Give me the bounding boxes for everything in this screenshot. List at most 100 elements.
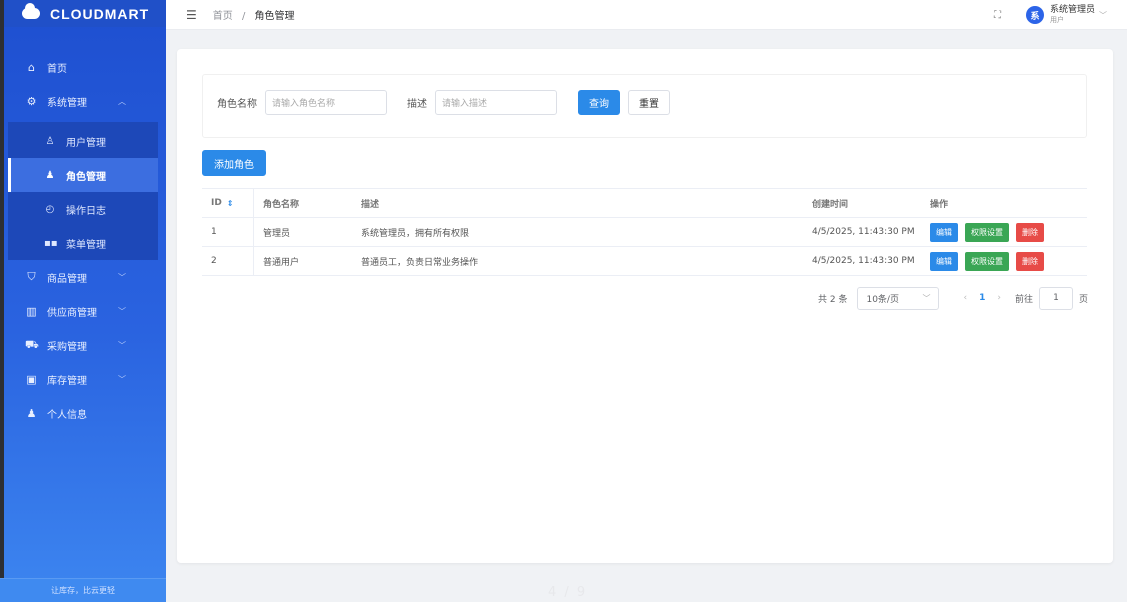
- user-filled-icon: ♟: [26, 406, 37, 420]
- col-id-header[interactable]: ID ⇕: [202, 189, 254, 217]
- top-header: ☰ 首页 / 角色管理 ⛶ 系 系统管理员 用户 ﹀: [166, 0, 1127, 30]
- col-name-header: 角色名称: [263, 199, 300, 210]
- page-number[interactable]: 1: [979, 293, 985, 303]
- fullscreen-icon[interactable]: ⛶: [994, 10, 1001, 21]
- desc-input[interactable]: 请输入描述: [435, 90, 557, 115]
- delete-button[interactable]: 删除: [1016, 251, 1044, 271]
- chevron-up-icon: ︿: [118, 96, 126, 106]
- sidebar-item-label: 角色管理: [66, 171, 106, 183]
- cell-desc: 普通员工，负责日常业务操作: [361, 257, 479, 268]
- sidebar-item-label: 供应商管理: [47, 307, 97, 319]
- next-page-icon[interactable]: ›: [997, 293, 1001, 303]
- chevron-down-icon: ﹀: [118, 306, 126, 316]
- breadcrumb-separator: /: [241, 11, 246, 22]
- cell-id: 1: [202, 218, 254, 246]
- permission-button[interactable]: 权限设置: [965, 222, 1009, 242]
- sidebar-item-label: 库存管理: [47, 375, 87, 387]
- col-created-header: 创建时间: [812, 199, 849, 210]
- user-icon: ♙: [45, 135, 55, 147]
- sort-icon[interactable]: ⇕: [227, 199, 234, 208]
- col-label: ID: [211, 198, 222, 208]
- sidebar-item-inventory[interactable]: ▣ 库存管理 ﹀: [0, 362, 166, 396]
- chevron-down-icon[interactable]: ﹀: [1099, 10, 1107, 21]
- role-name-label: 角色名称: [217, 99, 257, 110]
- edit-button[interactable]: 编辑: [930, 251, 958, 271]
- breadcrumb-current: 角色管理: [254, 11, 295, 22]
- chevron-down-icon: ﹀: [118, 272, 126, 282]
- building-icon: ▥: [26, 304, 37, 318]
- sidebar-item-purchase[interactable]: ⛟ 采购管理 ﹀: [0, 328, 166, 362]
- sidebar-item-profile[interactable]: ♟ 个人信息: [0, 396, 166, 430]
- gear-icon: ⚙: [26, 94, 37, 108]
- sidebar-item-logs[interactable]: ◴ 操作日志: [8, 192, 158, 226]
- query-button[interactable]: 查询: [578, 90, 620, 115]
- chevron-down-icon: ﹀: [118, 374, 126, 384]
- add-role-button[interactable]: 添加角色: [202, 150, 266, 176]
- sidebar: CLOUDMART ⌂ 首页 ⚙ 系统管理 ︿ ♙ 用户管理 ♟ 角色管理 ◴ …: [0, 0, 166, 602]
- sidebar-item-menus[interactable]: ▪▪ 菜单管理: [8, 226, 158, 260]
- sidebar-menu: ⌂ 首页 ⚙ 系统管理 ︿ ♙ 用户管理 ♟ 角色管理 ◴ 操作日志 ▪▪ 菜单…: [0, 27, 166, 430]
- sidebar-item-supplier[interactable]: ▥ 供应商管理 ﹀: [0, 294, 166, 328]
- sidebar-item-home[interactable]: ⌂ 首页: [0, 50, 166, 84]
- sidebar-item-label: 操作日志: [66, 205, 106, 217]
- col-desc-header: 描述: [361, 199, 380, 210]
- main-card: 角色名称 请输入角色名称 描述 请输入描述 查询 重置 添加角色 ID ⇕ 角色…: [177, 49, 1113, 563]
- goto-label: 前往: [1014, 294, 1033, 305]
- reset-button[interactable]: 重置: [628, 90, 670, 115]
- avatar[interactable]: 系: [1025, 6, 1044, 24]
- sidebar-item-label: 首页: [47, 63, 67, 75]
- home-icon: ⌂: [28, 60, 35, 74]
- logo[interactable]: CLOUDMART: [0, 0, 166, 27]
- menu-toggle-icon[interactable]: ☰: [186, 8, 197, 22]
- app-name: CLOUDMART: [50, 5, 150, 22]
- breadcrumb-home[interactable]: 首页: [213, 11, 233, 22]
- bag-icon: ⛉: [27, 270, 36, 283]
- timer-icon: ◴: [45, 203, 55, 215]
- sidebar-item-system[interactable]: ⚙ 系统管理 ︿: [0, 84, 166, 118]
- desc-label: 描述: [407, 99, 427, 110]
- cell-actions: 编辑 权限设置 删除: [921, 222, 1087, 242]
- pagination: 共 2 条 10条/页 ﹀ ‹ 1 › 前往 1 页: [818, 286, 1088, 310]
- page-indicator: 4 / 9: [548, 585, 588, 600]
- cell-id: 2: [202, 247, 254, 275]
- sidebar-item-label: 个人信息: [47, 409, 87, 421]
- sidebar-item-label: 系统管理: [47, 97, 87, 109]
- system-submenu: ♙ 用户管理 ♟ 角色管理 ◴ 操作日志 ▪▪ 菜单管理: [8, 122, 158, 260]
- sidebar-item-goods[interactable]: ⛉ 商品管理 ﹀: [0, 260, 166, 294]
- cell-name: 管理员: [263, 228, 291, 239]
- table-row: 1 管理员 系统管理员，拥有所有权限 4/5/2025, 11:43:30 PM…: [202, 218, 1087, 247]
- cell-actions: 编辑 权限设置 删除: [921, 251, 1087, 271]
- page-size-select[interactable]: 10条/页 ﹀: [857, 286, 940, 310]
- prev-page-icon[interactable]: ‹: [963, 293, 967, 303]
- user-role: 用户: [1049, 16, 1064, 24]
- sidebar-item-users[interactable]: ♙ 用户管理: [8, 124, 158, 158]
- col-actions-header: 操作: [930, 199, 949, 210]
- edit-button[interactable]: 编辑: [930, 222, 958, 242]
- roles-table: ID ⇕ 角色名称 描述 创建时间 操作 1 管理员 系统管理员，拥有所有权限 …: [202, 188, 1087, 276]
- cell-created: 4/5/2025, 11:43:30 PM: [812, 227, 915, 237]
- user-filled-icon: ♟: [45, 169, 55, 181]
- cell-created: 4/5/2025, 11:43:30 PM: [812, 256, 915, 266]
- delete-button[interactable]: 删除: [1016, 222, 1044, 242]
- user-name: 系统管理员: [1049, 5, 1095, 15]
- sidebar-item-label: 菜单管理: [66, 239, 106, 251]
- sidebar-item-label: 用户管理: [66, 137, 106, 149]
- cell-name: 普通用户: [263, 257, 300, 268]
- search-panel: 角色名称 请输入角色名称 描述 请输入描述 查询 重置: [202, 74, 1087, 138]
- page-size-value: 10条/页: [866, 294, 899, 305]
- grid-icon: ▪▪: [44, 237, 58, 249]
- chevron-down-icon: ﹀: [922, 293, 931, 303]
- permission-button[interactable]: 权限设置: [965, 251, 1009, 271]
- cart-icon: ⛟: [25, 337, 39, 351]
- table-header: ID ⇕ 角色名称 描述 创建时间 操作: [202, 189, 1087, 218]
- role-name-input[interactable]: 请输入角色名称: [265, 90, 387, 115]
- box-icon: ▣: [26, 372, 37, 386]
- user-menu[interactable]: 系统管理员 用户: [1050, 5, 1095, 25]
- sidebar-item-label: 商品管理: [47, 273, 87, 285]
- cloud-icon: [22, 3, 40, 19]
- goto-page-input[interactable]: 1: [1038, 286, 1073, 310]
- sidebar-item-roles[interactable]: ♟ 角色管理: [8, 158, 158, 192]
- table-row: 2 普通用户 普通员工，负责日常业务操作 4/5/2025, 11:43:30 …: [202, 247, 1087, 276]
- breadcrumb: 首页 / 角色管理: [213, 7, 295, 22]
- sidebar-footer: 让库存，比云更轻: [0, 578, 166, 602]
